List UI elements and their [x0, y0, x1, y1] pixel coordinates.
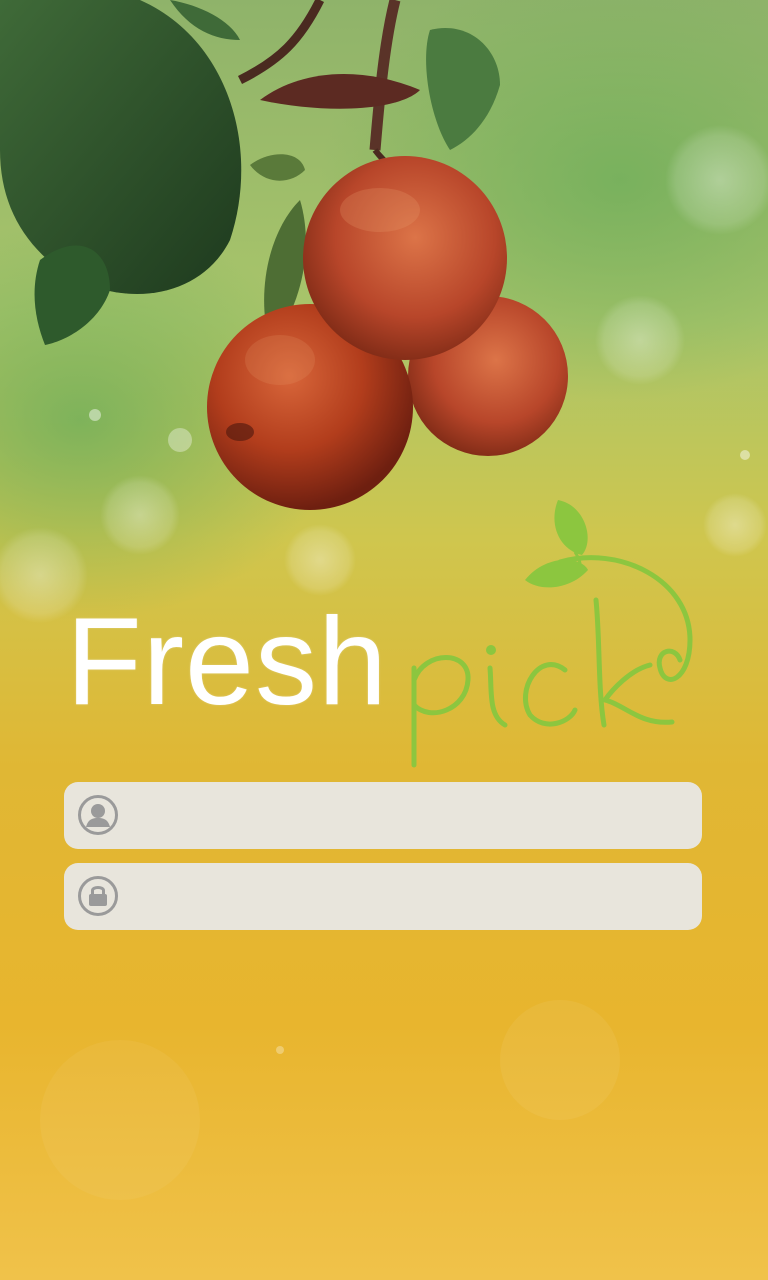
username-input[interactable] [134, 792, 688, 841]
password-field[interactable] [64, 863, 702, 930]
logo-pick-script [411, 500, 693, 768]
user-icon [78, 795, 118, 835]
lock-icon [78, 876, 118, 916]
username-field[interactable] [64, 782, 702, 849]
password-input[interactable] [134, 873, 688, 922]
